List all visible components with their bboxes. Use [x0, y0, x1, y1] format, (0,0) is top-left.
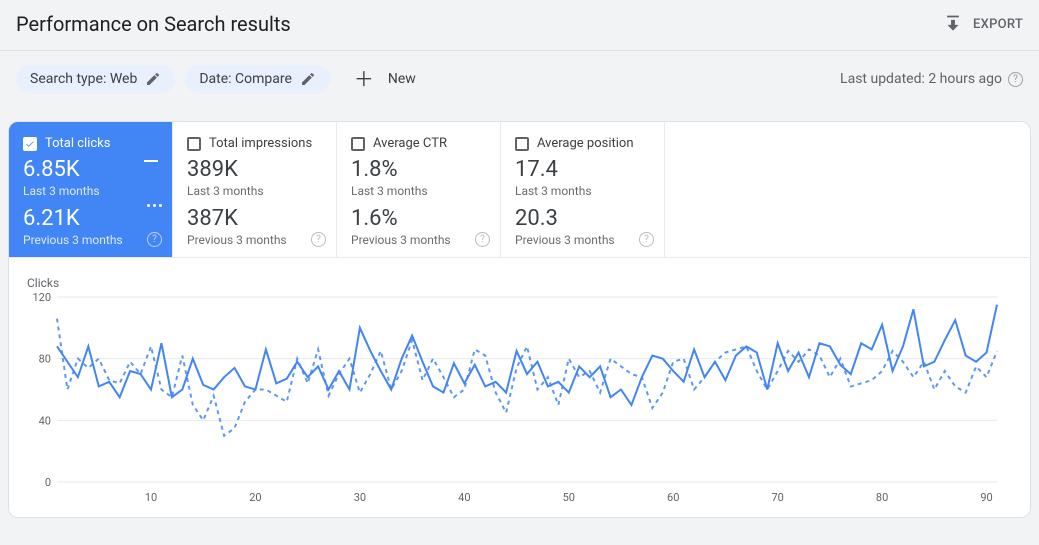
export-label: EXPORT: [973, 17, 1023, 32]
chart-y-label: Clicks: [27, 276, 1016, 290]
metric-value-previous: 6.21K: [23, 206, 158, 231]
metric-value-current: 1.8%: [351, 157, 486, 182]
metric-title: Average CTR: [373, 136, 447, 151]
metric-value-previous: 20.3: [515, 206, 650, 231]
help-icon[interactable]: ?: [147, 232, 162, 247]
page-title: Performance on Search results: [16, 12, 291, 36]
svg-text:60: 60: [667, 491, 679, 504]
date-chip[interactable]: Date: Compare: [185, 65, 330, 93]
search-type-chip[interactable]: Search type: Web: [16, 65, 175, 93]
svg-text:40: 40: [39, 414, 51, 427]
metric-tile-average-position[interactable]: Average position 17.4 Last 3 months 20.3…: [501, 122, 665, 257]
plus-icon: ＋: [354, 69, 374, 89]
svg-text:80: 80: [39, 353, 51, 366]
metric-period-previous: Previous 3 months: [23, 233, 158, 247]
clicks-line-chart[interactable]: 0 40 80 120 10 20 30 40 50 60 70 80 90: [27, 292, 1007, 507]
metric-value-previous: 1.6%: [351, 206, 486, 231]
help-icon[interactable]: ?: [475, 232, 490, 247]
metric-period-current: Last 3 months: [23, 184, 158, 198]
date-chip-label: Date: Compare: [199, 71, 292, 87]
metric-period-current: Last 3 months: [187, 184, 322, 198]
download-icon: [943, 14, 963, 34]
metric-tile-total-impressions[interactable]: Total impressions 389K Last 3 months 387…: [173, 122, 337, 257]
pencil-icon: [300, 71, 316, 87]
add-filter-button[interactable]: ＋ New: [354, 69, 416, 89]
performance-card: Total clicks 6.85K Last 3 months 6.21K P…: [8, 121, 1031, 518]
chart-area: Clicks 0 40 80 120 10 20 30 40 50 60 70 80 90: [9, 258, 1030, 517]
metric-period-previous: Previous 3 months: [351, 233, 486, 247]
checkbox-icon: [187, 137, 201, 151]
dashed-line-icon: [147, 204, 162, 207]
help-icon[interactable]: ?: [639, 232, 654, 247]
svg-text:10: 10: [145, 491, 157, 504]
metric-value-current: 389K: [187, 157, 322, 182]
metric-tile-total-clicks[interactable]: Total clicks 6.85K Last 3 months 6.21K P…: [9, 122, 173, 257]
metric-value-current: 6.85K: [23, 157, 158, 182]
help-icon[interactable]: ?: [1008, 72, 1023, 87]
last-updated-label: Last updated: 2 hours ago: [840, 71, 1002, 87]
filter-bar: Search type: Web Date: Compare ＋ New Las…: [0, 51, 1039, 107]
metric-title: Total impressions: [209, 136, 312, 151]
last-updated-text: Last updated: 2 hours ago ?: [840, 71, 1023, 87]
metric-period-previous: Previous 3 months: [187, 233, 322, 247]
add-filter-label: New: [388, 71, 416, 87]
export-button[interactable]: EXPORT: [943, 14, 1023, 34]
search-type-chip-label: Search type: Web: [30, 71, 137, 87]
header-bar: Performance on Search results EXPORT: [0, 0, 1039, 51]
metric-period-previous: Previous 3 months: [515, 233, 650, 247]
metric-period-current: Last 3 months: [515, 184, 650, 198]
svg-text:50: 50: [563, 491, 575, 504]
metric-tile-average-ctr[interactable]: Average CTR 1.8% Last 3 months 1.6% Prev…: [337, 122, 501, 257]
svg-text:90: 90: [980, 491, 992, 504]
pencil-icon: [145, 71, 161, 87]
svg-text:30: 30: [354, 491, 366, 504]
checkbox-icon: [351, 137, 365, 151]
metric-title: Average position: [537, 136, 634, 151]
metric-period-current: Last 3 months: [351, 184, 486, 198]
solid-line-icon: [144, 160, 158, 162]
metric-value-current: 17.4: [515, 157, 650, 182]
metric-value-previous: 387K: [187, 206, 322, 231]
svg-text:70: 70: [771, 491, 783, 504]
svg-text:80: 80: [876, 491, 888, 504]
checkbox-icon: [23, 137, 37, 151]
svg-text:120: 120: [32, 292, 51, 304]
help-icon[interactable]: ?: [311, 232, 326, 247]
svg-text:20: 20: [249, 491, 261, 504]
svg-text:0: 0: [45, 476, 51, 489]
metrics-row: Total clicks 6.85K Last 3 months 6.21K P…: [9, 122, 1030, 258]
metric-title: Total clicks: [45, 136, 110, 151]
svg-text:40: 40: [458, 491, 470, 504]
checkbox-icon: [515, 137, 529, 151]
